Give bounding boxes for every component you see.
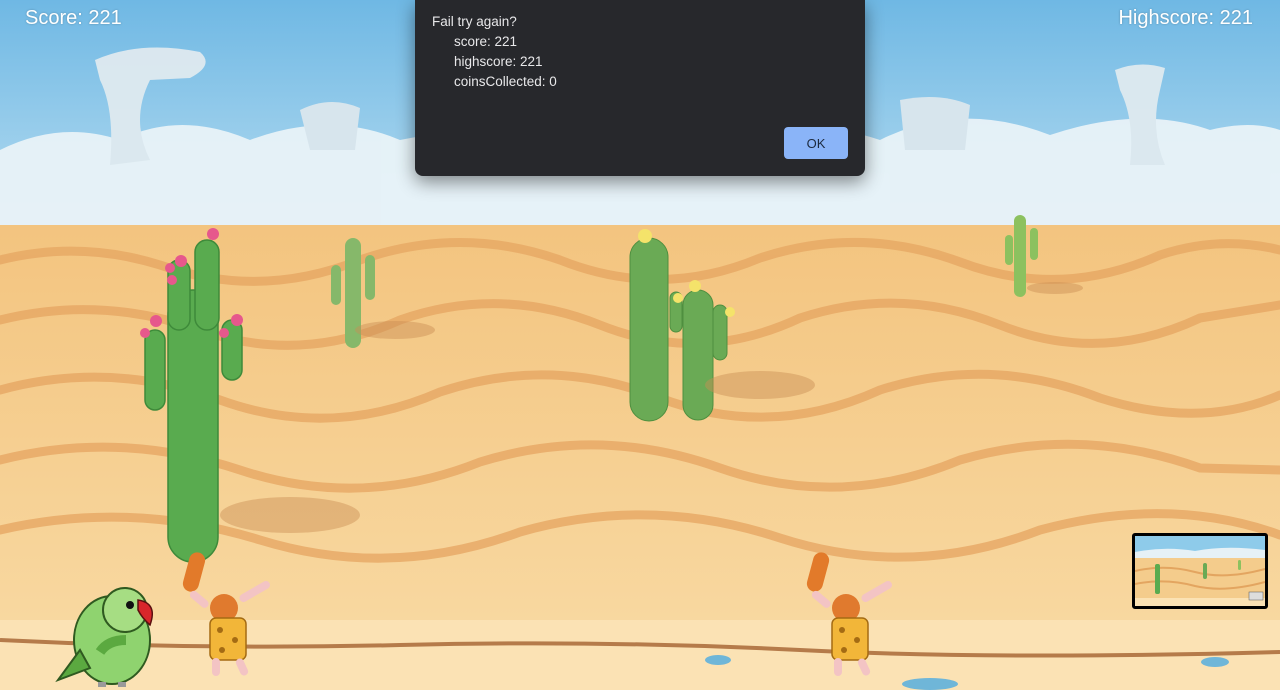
dialog-coins-line: coinsCollected: 0 xyxy=(454,74,557,89)
ok-button[interactable]: OK xyxy=(784,127,848,159)
game-canvas: Score: 221 Highscore: 221 Fail try again… xyxy=(0,0,1280,690)
highscore-display: Highscore: 221 xyxy=(1118,7,1253,29)
minimap-preview[interactable] xyxy=(1132,533,1268,609)
dialog-highscore-line: highscore: 221 xyxy=(454,54,543,69)
score-display: Score: 221 xyxy=(25,7,122,29)
dialog-score-line: score: 221 xyxy=(454,34,518,49)
alert-dialog: Fail try again? score: 221 highscore: 22… xyxy=(415,0,865,176)
dialog-title: Fail try again? xyxy=(432,14,517,29)
minimap-scene xyxy=(1134,536,1266,606)
